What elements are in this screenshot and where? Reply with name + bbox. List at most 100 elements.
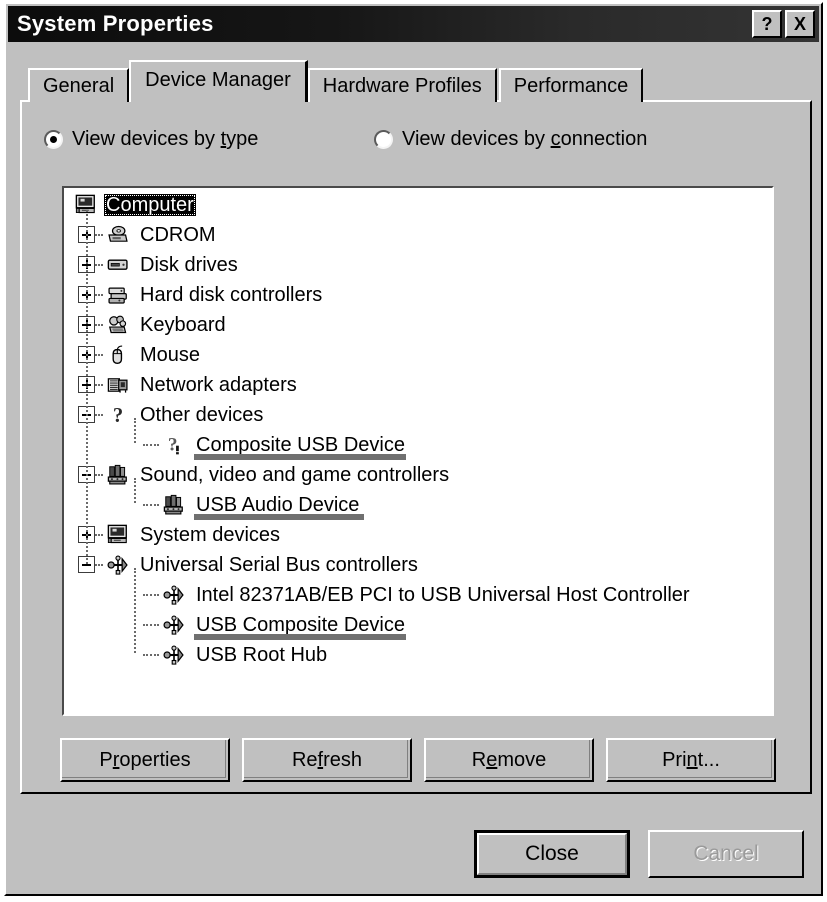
tree-item[interactable]: Network adapters [64, 370, 772, 400]
tree-item[interactable]: Computer [64, 190, 772, 220]
tree-item-label: Network adapters [140, 374, 297, 396]
tab-label: Hardware Profiles [322, 74, 482, 97]
keyboard-icon [104, 312, 132, 338]
tree-connector [143, 504, 159, 507]
tree-connector [95, 264, 103, 267]
tree-item-label: Disk drives [140, 254, 238, 276]
tree-connector [95, 564, 103, 567]
tree-item[interactable]: Intel 82371AB/EB PCI to USB Universal Ho… [64, 580, 772, 610]
tree-item-label: Computer [104, 194, 196, 216]
window-title: System Properties [17, 11, 214, 36]
radio-label-connection: View devices by connection [402, 128, 648, 150]
tree-item-label: USB Root Hub [196, 644, 328, 666]
tree-item[interactable]: CDROM [64, 220, 772, 250]
tab-hardware-profiles[interactable]: Hardware Profiles [307, 68, 497, 102]
device-action-buttons: Properties Refresh Remove Print... [60, 738, 776, 784]
tree-item-label: Intel 82371AB/EB PCI to USB Universal Ho… [196, 584, 690, 606]
tree-connector [143, 444, 159, 447]
remove-button[interactable]: Remove [424, 738, 594, 782]
computer-icon [104, 522, 132, 548]
question-warn-icon: ? [160, 432, 188, 458]
tab-label: General [43, 74, 115, 97]
tree-connector [143, 624, 159, 627]
tab-performance[interactable]: Performance [498, 68, 644, 102]
tree-connector [143, 654, 159, 657]
tree-subspine [134, 478, 137, 503]
tree-connector [143, 594, 159, 597]
refresh-button[interactable]: Refresh [242, 738, 412, 782]
tree-connector [95, 474, 103, 477]
tree-item-label: USB Composite Device [196, 614, 405, 636]
close-button-label: Close [477, 833, 628, 875]
mouse-icon [104, 342, 132, 368]
remove-button-label: Remove [471, 748, 547, 771]
sound-icon [160, 492, 188, 518]
tree-connector [95, 324, 103, 327]
title-bar[interactable]: System Properties ? X [8, 6, 819, 42]
tree-item[interactable]: Hard disk controllers [64, 280, 772, 310]
tree-item[interactable]: Disk drives [64, 250, 772, 280]
tree-connector [95, 354, 103, 357]
usb-icon [160, 612, 188, 638]
tree-connector [95, 384, 103, 387]
close-button[interactable]: Close [474, 830, 631, 878]
help-icon[interactable]: ? [752, 10, 782, 38]
svg-text:?: ? [168, 435, 178, 456]
radio-view-by-type[interactable]: View devices by type [44, 128, 258, 151]
tree-item-label: Mouse [140, 344, 201, 366]
view-mode-radio-group: View devices by type View devices by con… [44, 128, 784, 162]
tree-item[interactable]: ? Other devices [64, 400, 772, 430]
sound-icon [104, 462, 132, 488]
tree-connector [95, 414, 103, 417]
cdrom-icon [104, 222, 132, 248]
tab-panel: View devices by type View devices by con… [20, 100, 812, 794]
network-icon [104, 372, 132, 398]
tree-item-label: Other devices [140, 404, 264, 426]
tree-item-label: USB Audio Device [196, 494, 360, 516]
tab-label: Performance [513, 74, 629, 97]
hddcontroller-icon [104, 282, 132, 308]
system-properties-window: System Properties ? X View devices by ty… [4, 2, 823, 896]
radio-indicator-type[interactable] [44, 130, 63, 149]
tree-connector [95, 294, 103, 297]
tree-subspine [134, 418, 137, 443]
properties-button[interactable]: Properties [60, 738, 230, 782]
tree-item[interactable]: Sound, video and game controllers [64, 460, 772, 490]
radio-indicator-connection[interactable] [374, 130, 393, 149]
tree-item-label: System devices [140, 524, 281, 546]
title-bar-buttons: ? X [752, 10, 815, 38]
radio-label-type: View devices by type [72, 128, 259, 150]
tree-item-label: Hard disk controllers [140, 284, 323, 306]
tree-item-label: Keyboard [140, 314, 226, 336]
tree-connector [95, 234, 103, 237]
tab-device-manager[interactable]: Device Manager [129, 60, 308, 102]
radio-view-by-connection[interactable]: View devices by connection [374, 128, 647, 151]
device-tree-view[interactable]: Computer CDROM Disk drives Hard disk contro… [62, 186, 774, 716]
tab-strip: General Device Manager Hardware Profiles Pe… [28, 60, 645, 102]
tree-item[interactable]: USB Audio Device [64, 490, 772, 520]
tree-item[interactable]: Universal Serial Bus controllers [64, 550, 772, 580]
tab-label: Device Manager [145, 68, 291, 91]
tree-item[interactable]: ? Composite USB Device [64, 430, 772, 460]
usb-icon [160, 582, 188, 608]
device-tree-list: Computer CDROM Disk drives Hard disk contro… [64, 188, 772, 670]
diskdrive-icon [104, 252, 132, 278]
tree-item[interactable]: Mouse [64, 340, 772, 370]
tree-connector [95, 534, 103, 537]
tree-item[interactable]: System devices [64, 520, 772, 550]
tree-item-label: CDROM [140, 224, 216, 246]
tree-item[interactable]: Keyboard [64, 310, 772, 340]
print-button-label: Print... [662, 748, 720, 771]
dialog-buttons: Close Cancel [474, 830, 804, 882]
print-button[interactable]: Print... [606, 738, 776, 782]
tree-spine [86, 210, 89, 564]
cancel-button: Cancel [648, 830, 804, 878]
refresh-button-label: Refresh [291, 748, 363, 771]
properties-button-label: Properties [99, 748, 191, 771]
tree-item[interactable]: USB Composite Device [64, 610, 772, 640]
tree-item-label: Composite USB Device [196, 434, 405, 456]
tree-item-label: Sound, video and game controllers [140, 464, 450, 486]
tree-item[interactable]: USB Root Hub [64, 640, 772, 670]
tab-general[interactable]: General [28, 68, 130, 102]
close-icon[interactable]: X [785, 10, 815, 38]
